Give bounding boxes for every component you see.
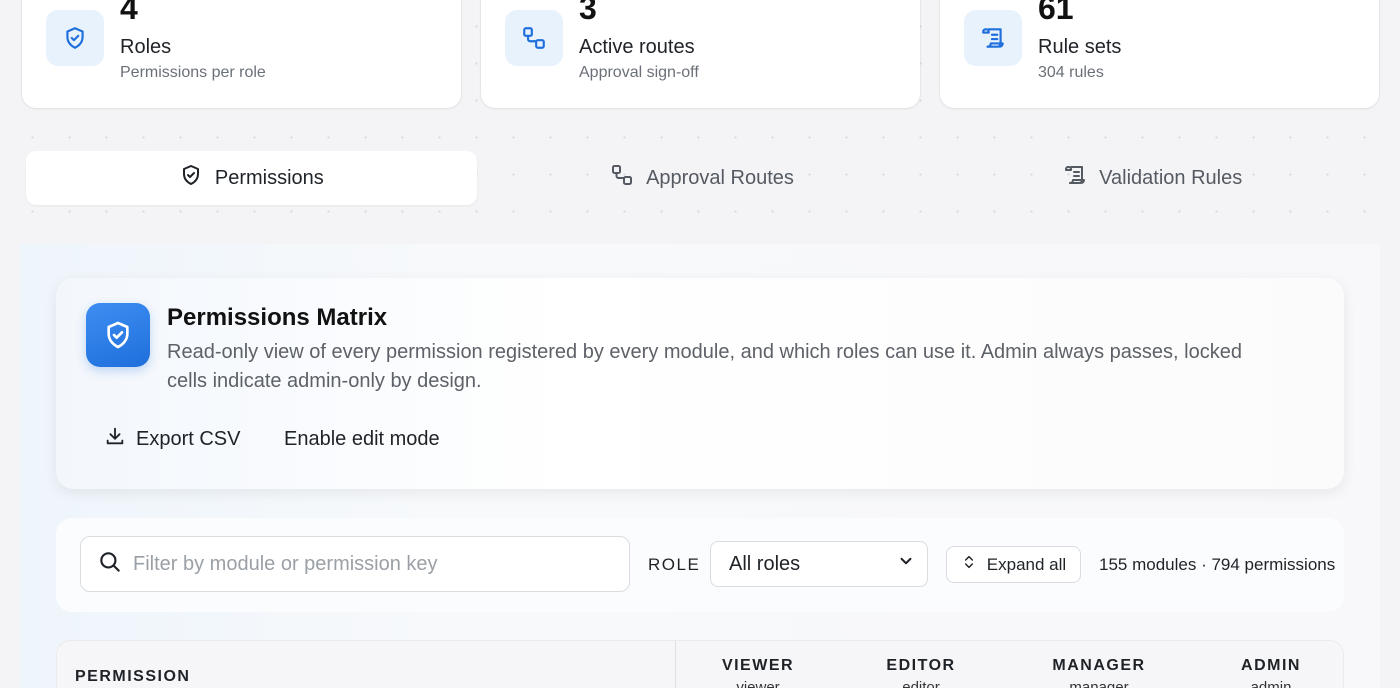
role-select-value: All roles (729, 552, 801, 575)
stat-card-routes: 3 Active routes Approval sign-off (481, 0, 920, 108)
role-filter-label: ROLE (648, 555, 701, 574)
role-column-name: MANAGER (1052, 657, 1146, 674)
permissions-table: PERMISSION VIEWER viewer EDITOR editor M… (56, 640, 1344, 688)
stat-sub: Approval sign-off (579, 64, 699, 81)
scroll-icon (1063, 163, 1087, 193)
search-input[interactable] (133, 552, 603, 576)
tab-bar: Permissions Approval Routes Validation R… (26, 151, 1378, 205)
tab-label: Permissions (214, 166, 324, 189)
permission-column-header: PERMISSION (75, 668, 191, 685)
enable-edit-mode-button[interactable]: Enable edit mode (268, 420, 456, 458)
role-column-key: admin (1250, 679, 1292, 688)
tab-label: Approval Routes (646, 166, 794, 189)
shield-icon (46, 10, 104, 66)
stat-card-rules: 61 Rule sets 304 rules (940, 0, 1379, 108)
role-column-header: ADMIN admin (1241, 657, 1301, 688)
page-description: Read-only view of every permission regis… (167, 341, 1242, 392)
stat-label: Rule sets (1038, 36, 1122, 58)
export-csv-button[interactable]: Export CSV (88, 420, 256, 458)
role-column-header: VIEWER viewer (722, 657, 794, 688)
chevron-up-down-icon (961, 553, 977, 576)
expand-all-button[interactable]: Expand all (946, 546, 1081, 583)
page-title: Permissions Matrix (167, 304, 388, 331)
search-icon (97, 549, 123, 580)
role-column-key: manager (1069, 679, 1129, 688)
route-icon (610, 163, 634, 193)
role-column-key: viewer (736, 679, 780, 688)
search-box (80, 536, 630, 592)
role-column-header: MANAGER manager (1052, 657, 1145, 688)
filter-bar: ROLE All roles Expand all 155 modules · … (56, 518, 1344, 612)
tab-approval-routes[interactable]: Approval Routes (477, 151, 928, 205)
role-column-name: VIEWER (721, 657, 795, 674)
scroll-icon (964, 10, 1022, 66)
stat-label: Active routes (579, 36, 695, 58)
tab-validation-rules[interactable]: Validation Rules (927, 151, 1378, 205)
stat-label: Roles (120, 36, 172, 58)
stat-value: 3 (579, 0, 597, 26)
stat-value: 61 (1038, 0, 1074, 26)
stat-sub: 304 rules (1038, 64, 1104, 81)
module-permission-count: 155 modules · 794 permissions (1099, 555, 1336, 574)
chevron-down-icon (897, 552, 915, 576)
expand-all-label: Expand all (986, 554, 1067, 574)
export-csv-label: Export CSV (136, 427, 241, 450)
download-icon (104, 425, 126, 453)
column-divider (675, 641, 676, 688)
role-column-name: ADMIN (1241, 657, 1301, 674)
role-column-key: editor (902, 679, 940, 688)
role-column-header: EDITOR editor (886, 657, 955, 688)
shield-icon (86, 303, 150, 367)
stat-card-roles: 4 Roles Permissions per role (22, 0, 461, 108)
shield-icon (179, 163, 203, 193)
stat-sub: Permissions per role (120, 64, 266, 81)
route-icon (505, 10, 563, 66)
permissions-matrix-header: Permissions Matrix Read-only view of eve… (56, 278, 1344, 489)
enable-edit-mode-label: Enable edit mode (284, 427, 440, 450)
tab-label: Validation Rules (1099, 166, 1243, 189)
role-column-name: EDITOR (886, 657, 956, 674)
stat-value: 4 (120, 0, 138, 26)
role-select[interactable]: All roles (710, 541, 928, 587)
tab-permissions[interactable]: Permissions (26, 151, 477, 205)
